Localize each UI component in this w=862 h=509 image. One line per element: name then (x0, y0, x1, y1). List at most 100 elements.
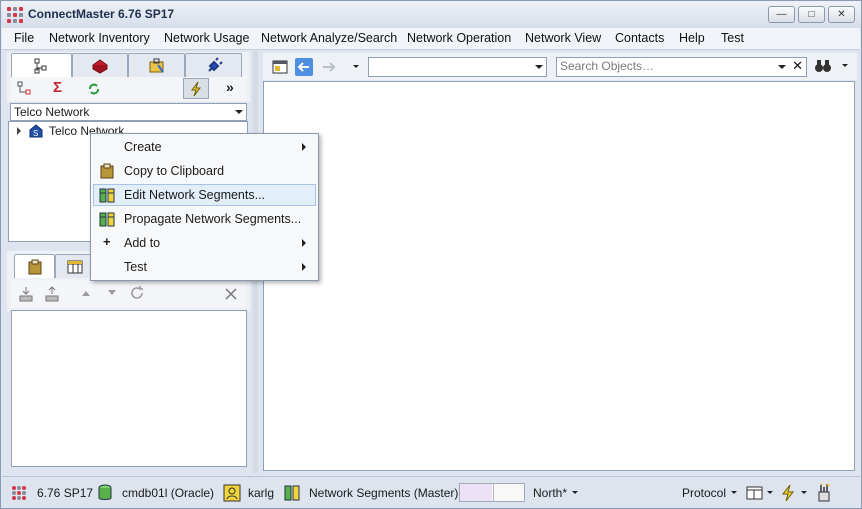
tree-expander-icon[interactable] (17, 127, 21, 135)
window-view-icon[interactable] (272, 59, 288, 75)
network-segments-icon (99, 212, 115, 227)
clipboard-icon (28, 259, 42, 275)
context-menu-label: Propagate Network Segments... (124, 212, 302, 226)
binoculars-icon[interactable] (814, 58, 832, 74)
arrow-left-icon (297, 62, 309, 72)
app-logo-icon (7, 7, 23, 23)
clear-search-icon[interactable]: ✕ (792, 58, 803, 74)
network-select-value: Telco Network (14, 105, 90, 119)
move-up-icon[interactable] (81, 289, 91, 297)
context-menu-label: Add to (124, 236, 161, 250)
context-menu-label: Test (124, 260, 147, 274)
submenu-arrow-icon (302, 263, 306, 271)
context-menu-label: Edit Network Segments... (124, 188, 266, 202)
tab-network-tree[interactable] (11, 53, 72, 77)
arrow-right-icon[interactable] (321, 59, 337, 75)
app-logo-icon (12, 486, 26, 500)
tree-expand-icon[interactable] (17, 81, 33, 97)
lightning-toggle-button[interactable] (183, 78, 209, 99)
tab-devices[interactable] (72, 53, 128, 77)
toolbox-icon (149, 58, 164, 73)
sigma-icon[interactable]: Σ (53, 79, 62, 96)
network-segments-icon (99, 188, 115, 203)
location-combo[interactable] (368, 57, 547, 77)
tab-clipboard[interactable] (14, 254, 55, 278)
menu-network-usage[interactable]: Network Usage (164, 31, 249, 45)
svg-text:S: S (33, 129, 38, 138)
context-menu-label: Create (124, 140, 162, 154)
segments-label: Network Segments (Master) (309, 486, 459, 500)
app-window: ConnectMaster 6.76 SP17 — □ ✕ File Netwo… (0, 0, 862, 509)
context-menu-create[interactable]: Create (93, 136, 316, 158)
protocol-select[interactable]: Protocol (682, 486, 726, 500)
right-toolbar: Search Objects… ✕ (263, 53, 857, 80)
region-select[interactable]: North* (533, 486, 567, 500)
title-bar: ConnectMaster 6.76 SP17 — □ ✕ (1, 1, 861, 28)
chevron-down-icon (535, 65, 543, 69)
back-button[interactable] (295, 58, 313, 76)
chevron-down-icon (778, 65, 786, 69)
database-label: cmdb01l (Oracle) (122, 486, 215, 500)
network-node-icon: S (29, 124, 43, 138)
close-button[interactable]: ✕ (828, 6, 855, 23)
submenu-arrow-icon (302, 143, 306, 151)
main-content-panel (263, 81, 855, 471)
context-menu-copy-to-clipboard[interactable]: Copy to Clipboard (93, 160, 316, 182)
search-placeholder: Search Objects… (560, 59, 655, 73)
region-dropdown-icon[interactable] (572, 491, 578, 494)
left-bottom-content (11, 310, 247, 467)
history-dropdown-icon[interactable] (353, 65, 359, 68)
maximize-icon: □ (808, 9, 815, 20)
network-select[interactable]: Telco Network (10, 103, 247, 121)
tab-table[interactable] (55, 254, 95, 278)
context-menu-test[interactable]: Test (93, 256, 316, 278)
context-menu-add-to[interactable]: + Add to (93, 232, 316, 254)
export-icon[interactable] (45, 286, 59, 302)
menu-network-analyze-search[interactable]: Network Analyze/Search (261, 31, 397, 45)
context-menu-propagate-network-segments[interactable]: Propagate Network Segments... (93, 208, 316, 230)
menu-help[interactable]: Help (679, 31, 705, 45)
layout-icon[interactable] (746, 485, 764, 501)
chevron-down-icon (235, 110, 243, 114)
network-segments-icon (284, 485, 300, 501)
minimize-button[interactable]: — (768, 6, 795, 23)
context-menu: Create Copy to Clipboard Edit Network Se… (90, 133, 319, 281)
plus-icon: + (103, 234, 111, 249)
plug-icon (208, 57, 223, 72)
menu-file[interactable]: File (14, 31, 34, 45)
protocol-dropdown-icon[interactable] (731, 491, 737, 494)
context-menu-label: Copy to Clipboard (124, 164, 225, 178)
tab-connections[interactable] (185, 53, 242, 77)
more-tools-button[interactable]: » (226, 79, 234, 95)
database-icon (98, 484, 112, 500)
reload-icon[interactable] (129, 285, 145, 301)
menu-contacts[interactable]: Contacts (615, 31, 664, 45)
context-menu-edit-network-segments[interactable]: Edit Network Segments... (93, 184, 316, 206)
import-icon[interactable] (19, 286, 33, 302)
menu-network-view[interactable]: Network View (525, 31, 601, 45)
maximize-button[interactable]: □ (798, 6, 825, 23)
submenu-arrow-icon (302, 239, 306, 247)
tab-tools[interactable] (128, 53, 185, 77)
menu-bar: File Network Inventory Network Usage Net… (2, 28, 860, 50)
lightning-icon[interactable] (780, 484, 796, 502)
move-down-icon[interactable] (107, 289, 117, 297)
segment-indicator[interactable] (459, 483, 525, 502)
lightning-dropdown-icon[interactable] (801, 491, 807, 494)
layout-dropdown-icon[interactable] (767, 491, 773, 494)
menu-network-operation[interactable]: Network Operation (407, 31, 511, 45)
window-title: ConnectMaster 6.76 SP17 (28, 7, 175, 21)
close-icon: ✕ (837, 9, 846, 20)
device-icon (92, 59, 108, 74)
menu-test[interactable]: Test (721, 31, 744, 45)
search-input[interactable]: Search Objects… ✕ (556, 57, 807, 77)
status-bar: 6.76 SP17 cmdb01l (Oracle) karlg Network… (2, 476, 860, 508)
clear-icon[interactable] (224, 287, 238, 301)
minimize-icon: — (776, 9, 787, 20)
clipboard-icon (100, 163, 114, 179)
refresh-icon[interactable] (87, 82, 101, 96)
menu-network-inventory[interactable]: Network Inventory (49, 31, 150, 45)
lightning-icon (191, 81, 201, 97)
search-options-dropdown-icon[interactable] (842, 64, 848, 67)
cleanup-brush-icon[interactable] (815, 483, 833, 503)
